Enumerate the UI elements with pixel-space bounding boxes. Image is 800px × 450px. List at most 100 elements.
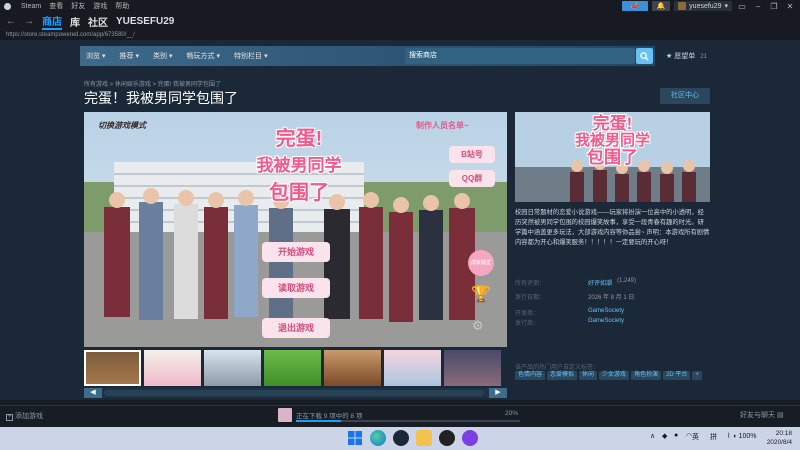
big-picture-icon[interactable]: ▭: [736, 2, 748, 11]
logo-line-2: 我被男同学: [256, 156, 342, 175]
steam-logo-icon: [4, 2, 11, 10]
thumbnail[interactable]: [204, 350, 261, 386]
qq-penguin-icon[interactable]: [439, 430, 455, 446]
chevron-down-icon: ▾: [264, 53, 268, 60]
username: yuesefu29: [689, 2, 722, 10]
download-game-icon[interactable]: [278, 408, 292, 422]
developer-link[interactable]: GameSociety: [588, 308, 624, 314]
thumbnail[interactable]: [444, 350, 501, 386]
network-icon: ⌇: [727, 433, 731, 440]
scroll-left-button[interactable]: ◀: [84, 388, 102, 398]
back-arrow-icon[interactable]: ←: [6, 16, 16, 27]
notifications-button[interactable]: 🔔: [652, 1, 671, 11]
store-nav-label: 特别栏目: [234, 53, 263, 60]
tag[interactable]: 少女游戏: [599, 371, 630, 380]
steam-taskbar-icon[interactable]: [393, 430, 409, 446]
system-clock[interactable]: 20:18 2020/8/4: [760, 429, 792, 447]
menu-help[interactable]: 帮助: [115, 1, 129, 11]
windows-start-icon[interactable]: [347, 430, 363, 446]
search-input[interactable]: 搜索商店: [405, 48, 635, 64]
qq-group-button[interactable]: QQ群: [449, 170, 495, 187]
explorer-folder-icon[interactable]: [416, 430, 432, 446]
chevron-down-icon: ▾: [102, 53, 106, 60]
mode-switch-label[interactable]: 切换游戏模式: [98, 120, 146, 131]
chevron-down-icon: ▾: [169, 53, 173, 60]
account-menu[interactable]: yuesefu29 ▾: [674, 1, 732, 11]
breadcrumb[interactable]: 所有游戏 > 休闲娱乐游戏 > 完蛋! 我被男同学包围了: [84, 79, 221, 88]
load-game-button[interactable]: 读取游戏: [262, 278, 330, 298]
store-nav-label: 类别: [153, 53, 168, 60]
tray-app-icon[interactable]: ◆: [662, 432, 667, 440]
main-screenshot[interactable]: 切换游戏模式 制作人员名单~ 完蛋! 我被男同学 包围了 B站号 QQ群 开始游…: [84, 112, 507, 347]
minimize-icon[interactable]: –: [752, 2, 764, 11]
edge-browser-icon[interactable]: [370, 430, 386, 446]
close-icon[interactable]: ✕: [784, 2, 796, 11]
tag[interactable]: 2D 平台: [663, 371, 691, 380]
tab-community[interactable]: 社区: [88, 14, 108, 29]
tab-store[interactable]: 商店: [42, 13, 62, 30]
store-nav-categories[interactable]: 类别 ▾: [153, 51, 173, 61]
tag[interactable]: 色情内容: [515, 371, 546, 380]
maximize-icon[interactable]: ❐: [768, 2, 780, 11]
tray-chevron-icon[interactable]: ∧: [650, 432, 655, 440]
community-hub-button[interactable]: 社区中心: [660, 88, 710, 104]
thumbnail[interactable]: [324, 350, 381, 386]
app-menu-steam[interactable]: Steam: [21, 3, 41, 10]
scrollbar-thumb[interactable]: [104, 390, 484, 396]
search-button[interactable]: [636, 48, 653, 64]
store-nav-label: 推荐: [119, 53, 134, 60]
tray-qq-icon[interactable]: ●: [674, 432, 678, 439]
thumbnail[interactable]: [384, 350, 441, 386]
scroll-right-button[interactable]: ▶: [489, 388, 507, 398]
store-nav-recommend[interactable]: 推荐 ▾: [120, 51, 140, 61]
battery-status[interactable]: ⌇ ◖ 100%: [727, 432, 756, 440]
announcements-button[interactable]: 📣: [622, 1, 649, 11]
publisher-link[interactable]: GameSociety: [588, 318, 624, 324]
store-nav-label: 畅玩方式: [186, 53, 215, 60]
clock-time: 20:18: [775, 430, 792, 437]
plus-box-icon: +: [6, 414, 13, 421]
tag[interactable]: 角色扮演: [631, 371, 662, 380]
thumbnail[interactable]: [144, 350, 201, 386]
avatar: [678, 2, 687, 10]
wishlist-count: 21: [700, 54, 707, 60]
tag[interactable]: 恋爱模拟: [547, 371, 578, 380]
friends-chat-button[interactable]: 好友与聊天 ▤: [740, 410, 784, 420]
thumbnail[interactable]: [84, 350, 141, 386]
ime-mode[interactable]: 拼: [710, 432, 717, 442]
steam-window: Steam 查看 好友 游戏 帮助 📣 🔔 yuesefu29 ▾ ▭ – ❐ …: [0, 0, 800, 450]
tab-library[interactable]: 库: [70, 14, 80, 29]
credits-label[interactable]: 制作人员名单~: [416, 120, 469, 131]
bilibili-button[interactable]: B站号: [449, 146, 495, 163]
trophy-icon[interactable]: 🏆: [471, 284, 491, 304]
reviews-value[interactable]: 好评如潮: [588, 278, 612, 287]
release-date-label: 发行日期：: [515, 295, 546, 301]
store-nav-label: 浏览: [86, 53, 100, 60]
tag-more-button[interactable]: +: [692, 371, 702, 380]
tag[interactable]: 休闲: [579, 371, 598, 380]
menu-friends[interactable]: 好友: [71, 1, 85, 11]
store-nav-browse[interactable]: 浏览 ▾: [86, 51, 106, 61]
thumbnail[interactable]: [264, 350, 321, 386]
search-icon: [640, 51, 649, 61]
tab-profile[interactable]: YUESEFU29: [116, 16, 174, 27]
exit-game-button[interactable]: 退出游戏: [262, 318, 330, 338]
wishlist-button[interactable]: ★ 愿望单 21: [666, 51, 707, 61]
input-language[interactable]: 英: [692, 432, 699, 442]
media-app-icon[interactable]: [462, 430, 478, 446]
achievement-badge[interactable]: 成就殿堂: [468, 250, 494, 276]
download-status[interactable]: 正在下载 9 项中的 8 项: [296, 410, 362, 420]
menu-games[interactable]: 游戏: [93, 1, 107, 11]
start-game-button[interactable]: 开始游戏: [262, 242, 330, 262]
store-nav-ways-to-play[interactable]: 畅玩方式 ▾: [187, 51, 221, 61]
tags-label: 该产品的热门用户自定义标签：: [515, 365, 600, 371]
chevron-down-icon: ▾: [216, 53, 221, 60]
gear-icon[interactable]: ⚙: [472, 318, 484, 334]
reviews-label: 所有评测：: [515, 281, 546, 287]
add-game-button[interactable]: + 添加游戏: [6, 411, 43, 421]
forward-arrow-icon[interactable]: →: [24, 16, 34, 27]
battery-percent: 100%: [738, 433, 757, 440]
menu-view[interactable]: 查看: [49, 1, 63, 11]
url-bar[interactable]: https://store.steampowered.com/app/67358…: [0, 30, 800, 40]
store-nav-special[interactable]: 特别栏目 ▾: [234, 51, 268, 61]
